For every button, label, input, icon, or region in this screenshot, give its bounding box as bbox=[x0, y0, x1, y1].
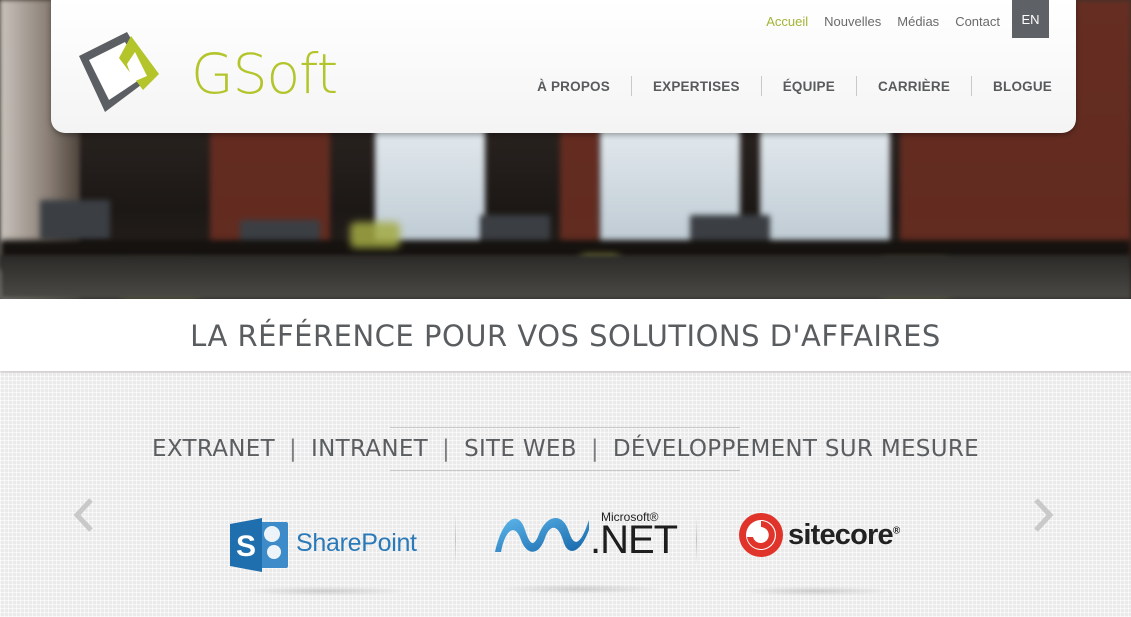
svg-text:S: S bbox=[236, 530, 256, 563]
brand-divider bbox=[696, 515, 697, 565]
hero-monitor bbox=[40, 200, 110, 240]
services-bottom-rule bbox=[390, 470, 740, 471]
service-separator: | bbox=[442, 436, 451, 462]
brand-divider bbox=[455, 515, 456, 565]
chevron-right-icon[interactable] bbox=[1033, 498, 1053, 532]
logo-text: GSoft bbox=[191, 42, 338, 106]
nav-carriere[interactable]: CARRIÈRE bbox=[857, 79, 971, 94]
utility-link-accueil[interactable]: Accueil bbox=[766, 14, 808, 29]
site-header: GSoft Accueil Nouvelles Médias Contact E… bbox=[51, 0, 1076, 133]
chevron-left-icon[interactable] bbox=[74, 498, 94, 532]
services-section bbox=[0, 373, 1131, 617]
brand-shadow bbox=[240, 586, 410, 596]
dotnet-logo-icon bbox=[495, 517, 589, 552]
service-separator: | bbox=[288, 436, 297, 462]
language-button[interactable]: EN bbox=[1012, 0, 1049, 38]
service-extranet[interactable]: EXTRANET bbox=[152, 436, 275, 462]
utility-link-medias[interactable]: Médias bbox=[897, 14, 939, 29]
sitecore-label: sitecore® bbox=[788, 519, 900, 551]
hero-chair bbox=[350, 222, 400, 248]
brand-shadow bbox=[495, 584, 665, 594]
gsoft-logo-icon bbox=[79, 32, 159, 112]
nav-a-propos[interactable]: À PROPOS bbox=[516, 79, 631, 94]
utility-link-nouvelles[interactable]: Nouvelles bbox=[824, 14, 881, 29]
utility-nav: Accueil Nouvelles Médias Contact bbox=[766, 14, 1000, 29]
service-site-web[interactable]: SITE WEB bbox=[464, 436, 577, 462]
dotnet-label: .NET bbox=[590, 518, 678, 562]
main-nav: À PROPOS EXPERTISES ÉQUIPE CARRIÈRE BLOG… bbox=[516, 76, 1052, 96]
hero-floor bbox=[0, 255, 1131, 299]
sharepoint-logo-icon: S bbox=[230, 518, 288, 572]
utility-link-contact[interactable]: Contact bbox=[955, 14, 1000, 29]
service-developpement[interactable]: DÉVELOPPEMENT SUR MESURE bbox=[613, 436, 979, 462]
tagline-band: LA RÉFÉRENCE POUR VOS SOLUTIONS D'AFFAIR… bbox=[0, 299, 1131, 371]
services-top-rule bbox=[390, 427, 740, 428]
services-list: EXTRANET | INTRANET | SITE WEB | DÉVELOPPEMENT… bbox=[0, 436, 1131, 462]
gsoft-logo[interactable]: GSoft bbox=[73, 28, 338, 118]
brand-shadow bbox=[735, 586, 895, 596]
nav-expertises[interactable]: EXPERTISES bbox=[632, 79, 761, 94]
tagline-title: LA RÉFÉRENCE POUR VOS SOLUTIONS D'AFFAIR… bbox=[190, 319, 941, 353]
service-separator: | bbox=[590, 436, 599, 462]
nav-equipe[interactable]: ÉQUIPE bbox=[762, 79, 856, 94]
service-intranet[interactable]: INTRANET bbox=[311, 436, 428, 462]
sharepoint-label: SharePoint bbox=[296, 529, 417, 557]
sitecore-logo-icon bbox=[739, 513, 783, 557]
nav-blogue[interactable]: BLOGUE bbox=[972, 79, 1052, 94]
